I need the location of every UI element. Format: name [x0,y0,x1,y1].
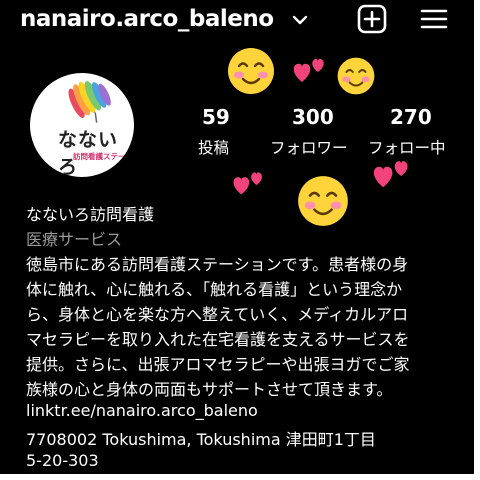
bio-line: ら、身体と心を楽な方へ整えていく、メディカルアロ [26,305,409,324]
bio-line: 提供。さらに、出張アロマセラピーや出張ヨガでご家 [26,355,410,374]
plus-square-icon[interactable] [357,4,387,34]
smiling-face-emoji-icon [337,57,375,95]
profile-category: 医療サービス [26,230,123,249]
two-hearts-icon [293,58,324,82]
profile-name: なないろ訪問看護 [26,205,155,224]
profile-link[interactable]: linktr.ee/nanairo.arco_baleno [26,401,258,420]
logo-subtext: 訪問看護ステーション [73,152,134,161]
smiling-face-emoji-icon [228,48,274,94]
bio-line: 体に触れ、心に触れる、「触れる看護」という理念か [26,280,403,299]
bio-line: 族様の心と身体の両面もサポートさせて頂きます。 [26,380,393,399]
followers-count[interactable]: 300 [292,105,334,129]
hamburger-menu-icon[interactable] [420,8,448,30]
address-line[interactable]: 5-20-303 [26,451,99,470]
two-hearts-icon [373,161,408,188]
address-line[interactable]: 7708002 Tokushima, Tokushima 津田町1丁目 [26,426,376,450]
profile-avatar[interactable]: なないろ 訪問看護ステーション [30,73,134,177]
username[interactable]: nanairo.arco_baleno [20,6,274,32]
posts-count[interactable]: 59 [202,105,230,129]
bio-line: 徳島市にある訪問看護ステーションです。患者様の身 [26,255,409,274]
chevron-down-icon[interactable] [292,14,308,26]
following-count[interactable]: 270 [390,105,432,129]
two-hearts-icon [233,172,262,195]
posts-label[interactable]: 投稿 [198,136,229,158]
smiling-face-emoji-icon [298,176,348,226]
following-label[interactable]: フォロー中 [368,136,446,158]
followers-label[interactable]: フォロワー [270,136,348,158]
bio-line: マセラピーを取り入れた在宅看護を支えるサービスを [26,330,410,349]
